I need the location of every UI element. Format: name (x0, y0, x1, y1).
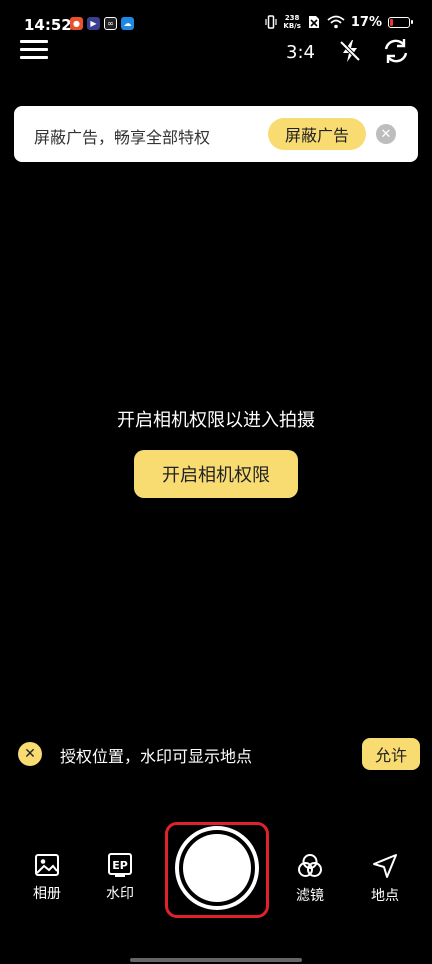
video-app-icon: ▶ (87, 17, 100, 30)
vibrate-icon (265, 15, 277, 29)
watermark-label: 水印 (106, 886, 134, 902)
filter-label: 滤镜 (296, 888, 324, 904)
status-indicators: 238 KB/s 17% (265, 14, 413, 30)
album-label: 相册 (33, 886, 61, 902)
filter-button[interactable]: 滤镜 (284, 853, 336, 905)
watermark-icon: EP (108, 853, 132, 877)
block-ads-button[interactable]: 屏蔽广告 (268, 118, 366, 150)
network-speed: 238 KB/s (283, 14, 300, 30)
image-icon (35, 854, 59, 876)
net-speed-value: 238 (284, 14, 300, 22)
status-bar: 14:52 ● ▶ ∞ ☁ 238 KB/s 17% (0, 0, 432, 48)
flash-off-icon[interactable] (336, 37, 364, 65)
place-button[interactable]: 地点 (359, 853, 411, 905)
battery-percent: 17% (350, 14, 382, 30)
wifi-icon (327, 15, 345, 29)
location-permission-message: 授权位置，水印可显示地点 (60, 747, 253, 766)
cloud-app-icon: ☁ (121, 17, 134, 30)
watermark-button[interactable]: EP 水印 (94, 853, 146, 903)
aspect-ratio-button[interactable]: 3:4 (286, 42, 315, 63)
menu-line (20, 48, 48, 51)
ad-banner: 屏蔽广告，畅享全部特权 屏蔽广告 ✕ (14, 106, 418, 162)
enable-camera-permission-button[interactable]: 开启相机权限 (134, 450, 298, 498)
menu-line (20, 40, 48, 43)
place-label: 地点 (371, 888, 399, 904)
filter-icon (298, 854, 322, 877)
menu-line (20, 56, 48, 59)
svg-text:EP: EP (112, 859, 128, 872)
battery-fill (390, 18, 393, 26)
camera-permission-prompt: 开启相机权限以进入拍摄 (117, 410, 315, 431)
close-icon[interactable]: ✕ (18, 742, 42, 766)
notification-icons: ● ▶ ∞ ☁ (70, 17, 134, 30)
link-app-icon: ∞ (104, 17, 117, 30)
net-speed-unit: KB/s (283, 22, 301, 30)
home-indicator[interactable] (130, 958, 302, 962)
app-notification-icon: ● (70, 17, 83, 30)
album-button[interactable]: 相册 (21, 853, 73, 903)
shutter-button[interactable] (175, 826, 259, 910)
battery-icon (388, 16, 413, 28)
close-icon[interactable]: ✕ (376, 124, 396, 144)
menu-icon[interactable] (20, 40, 48, 62)
no-sim-icon (308, 16, 319, 28)
camera-flip-icon[interactable] (382, 37, 410, 65)
navigation-arrow-icon (373, 854, 397, 878)
shutter-inner (183, 834, 251, 902)
allow-location-button[interactable]: 允许 (362, 738, 420, 770)
ad-banner-text: 屏蔽广告，畅享全部特权 (34, 128, 211, 147)
status-time: 14:52 (24, 16, 72, 34)
